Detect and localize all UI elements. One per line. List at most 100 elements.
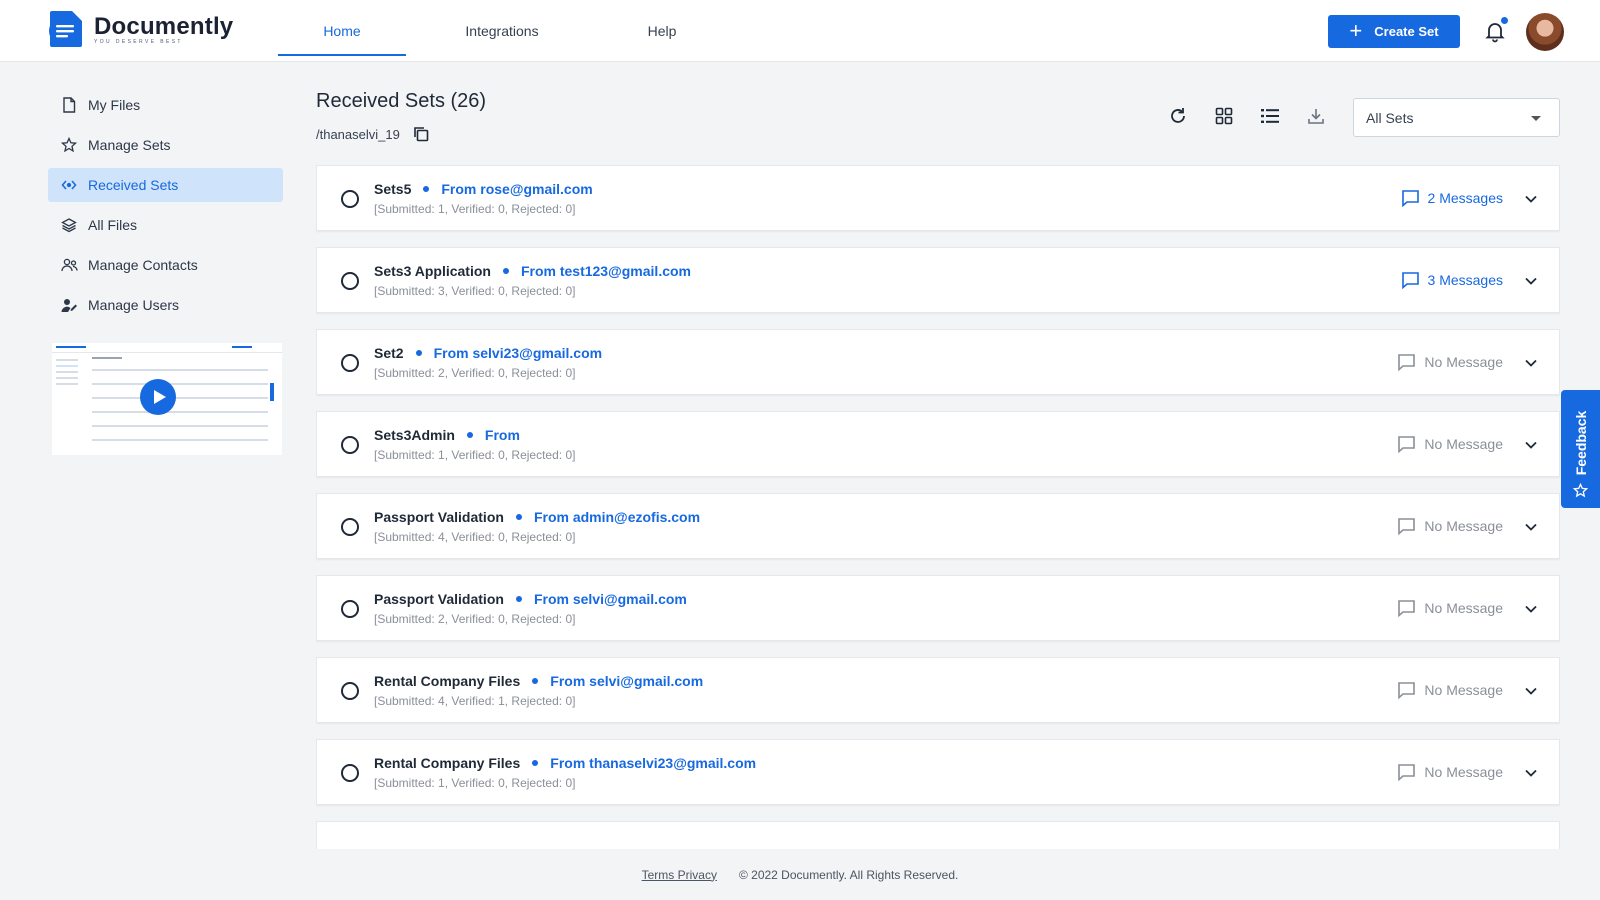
separator-dot (415, 350, 422, 356)
sets-filter-select[interactable]: All Sets (1353, 98, 1560, 137)
tab-home[interactable]: Home (278, 0, 406, 62)
chevron-down-icon[interactable] (1523, 273, 1539, 289)
sidebar-item-manage-contacts[interactable]: Manage Contacts (48, 248, 283, 282)
select-radio[interactable] (341, 518, 359, 536)
list-item[interactable]: Set2 From selvi23@gmail.com [Submitted: … (316, 329, 1560, 395)
set-stats: [Submitted: 3, Verified: 0, Rejected: 0] (374, 284, 576, 298)
messages-link[interactable]: No Message (1397, 681, 1503, 699)
chevron-down-icon[interactable] (1523, 437, 1539, 453)
select-radio[interactable] (341, 272, 359, 290)
chevron-down-icon[interactable] (1523, 601, 1539, 617)
create-set-label: Create Set (1374, 24, 1439, 39)
set-sender[interactable]: From admin@ezofis.com (534, 509, 700, 525)
messages-count: No Message (1424, 600, 1503, 616)
set-name: Set2 (374, 345, 404, 361)
set-stats: [Submitted: 4, Verified: 1, Rejected: 0] (374, 694, 576, 708)
set-sender[interactable]: From thanaselvi23@gmail.com (550, 755, 756, 771)
feedback-tab[interactable]: Feedback (1561, 390, 1600, 508)
messages-link[interactable]: No Message (1397, 517, 1503, 535)
sidebar-item-all-files[interactable]: All Files (48, 208, 283, 242)
messages-link[interactable]: No Message (1397, 599, 1503, 617)
list-item[interactable]: Sets5 From rose@gmail.com [Submitted: 1,… (316, 165, 1560, 231)
set-sender[interactable]: From test123@gmail.com (521, 263, 691, 279)
set-sender[interactable]: From selvi@gmail.com (550, 673, 703, 689)
message-icon (1398, 764, 1416, 781)
sidebar: My Files Manage Sets Received Sets All F… (48, 88, 283, 328)
set-sender[interactable]: From selvi23@gmail.com (434, 345, 603, 361)
chevron-down-icon[interactable] (1523, 191, 1539, 207)
sidebar-item-label: Received Sets (88, 177, 179, 193)
messages-link[interactable]: 3 Messages (1401, 271, 1503, 289)
main-nav: Home Integrations Help (278, 0, 726, 62)
select-radio[interactable] (341, 436, 359, 454)
view-toolbar (1166, 104, 1350, 128)
message-icon (1398, 518, 1416, 535)
list-item-partial[interactable] (316, 821, 1560, 849)
filter-value: All Sets (1366, 109, 1414, 126)
list-item[interactable]: Passport Validation From selvi@gmail.com… (316, 575, 1560, 641)
tab-help[interactable]: Help (598, 0, 726, 62)
set-name: Passport Validation (374, 509, 504, 525)
refresh-icon[interactable] (1166, 104, 1190, 128)
set-sender[interactable]: From rose@gmail.com (441, 181, 592, 197)
terms-privacy-link[interactable]: Terms Privacy (642, 868, 717, 882)
messages-count: No Message (1424, 682, 1503, 698)
select-radio[interactable] (341, 354, 359, 372)
tutorial-video-thumbnail[interactable] (52, 343, 282, 455)
sidebar-item-manage-sets[interactable]: Manage Sets (48, 128, 283, 162)
download-icon[interactable] (1304, 104, 1328, 128)
chevron-down-icon[interactable] (1523, 355, 1539, 371)
user-avatar[interactable] (1526, 13, 1564, 51)
list-item[interactable]: Sets3 Application From test123@gmail.com… (316, 247, 1560, 313)
set-sender[interactable]: From (485, 427, 520, 443)
list-item[interactable]: Sets3Admin From [Submitted: 1, Verified:… (316, 411, 1560, 477)
play-icon[interactable] (140, 379, 176, 415)
set-sender[interactable]: From selvi@gmail.com (534, 591, 687, 607)
list-item[interactable]: Passport Validation From admin@ezofis.co… (316, 493, 1560, 559)
tab-integrations[interactable]: Integrations (438, 0, 566, 62)
set-stats: [Submitted: 1, Verified: 0, Rejected: 0] (374, 776, 576, 790)
messages-link[interactable]: No Message (1397, 353, 1503, 371)
chevron-down-icon[interactable] (1523, 683, 1539, 699)
sidebar-item-label: All Files (88, 217, 138, 233)
message-icon (1401, 190, 1419, 207)
sidebar-item-received-sets[interactable]: Received Sets (48, 168, 283, 202)
sidebar-item-manage-users[interactable]: Manage Users (48, 288, 283, 322)
video-preview-line (92, 369, 268, 371)
copy-icon[interactable] (412, 125, 430, 143)
set-name: Sets3 Application (374, 263, 491, 279)
create-set-button[interactable]: + Create Set (1328, 15, 1460, 48)
contacts-icon (60, 256, 78, 274)
set-stats: [Submitted: 2, Verified: 0, Rejected: 0] (374, 612, 576, 626)
select-radio[interactable] (341, 190, 359, 208)
path-text: /thanaselvi_19 (316, 126, 400, 142)
set-name: Sets3Admin (374, 427, 455, 443)
messages-link[interactable]: No Message (1397, 763, 1503, 781)
chevron-down-icon[interactable] (1523, 519, 1539, 535)
documently-logo[interactable]: Documently YOU DESERVE BEST (48, 9, 233, 49)
list-view-icon[interactable] (1258, 104, 1282, 128)
sidebar-item-my-files[interactable]: My Files (48, 88, 283, 122)
set-name: Rental Company Files (374, 673, 521, 689)
messages-count: 2 Messages (1427, 190, 1503, 206)
grid-view-icon[interactable] (1212, 104, 1236, 128)
separator-dot (532, 760, 539, 766)
video-preview-header (52, 343, 282, 353)
select-radio[interactable] (341, 600, 359, 618)
select-radio[interactable] (341, 764, 359, 782)
messages-count: No Message (1424, 354, 1503, 370)
list-item[interactable]: Rental Company Files From thanaselvi23@g… (316, 739, 1560, 805)
sidebar-item-label: My Files (88, 97, 141, 113)
video-preview-feedback (270, 383, 274, 401)
brand-tagline: YOU DESERVE BEST (94, 38, 183, 45)
list-item[interactable]: Rental Company Files From selvi@gmail.co… (316, 657, 1560, 723)
set-stats: [Submitted: 1, Verified: 0, Rejected: 0] (374, 202, 576, 216)
copyright-text: © 2022 Documently. All Rights Reserved. (738, 867, 959, 882)
select-radio[interactable] (341, 682, 359, 700)
layers-icon (60, 216, 78, 234)
set-name: Rental Company Files (374, 755, 521, 771)
page-title: Received Sets (26) (316, 90, 487, 112)
messages-link[interactable]: No Message (1397, 435, 1503, 453)
messages-link[interactable]: 2 Messages (1401, 189, 1503, 207)
chevron-down-icon[interactable] (1523, 765, 1539, 781)
